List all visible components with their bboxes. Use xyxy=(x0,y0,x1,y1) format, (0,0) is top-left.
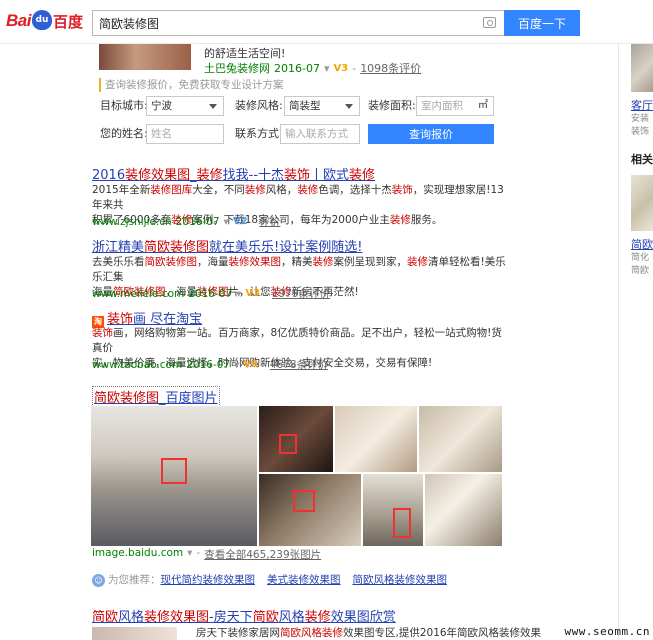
logo-cn: 百度 xyxy=(52,12,83,31)
image-url[interactable]: image.baidu.com xyxy=(92,547,183,562)
right-desc-3: 简化 xyxy=(631,253,650,263)
image-tile-3[interactable] xyxy=(335,406,417,472)
image-grid xyxy=(91,406,502,546)
image-tile-5[interactable] xyxy=(259,474,361,546)
v3-badge-icon[interactable]: V3 xyxy=(243,359,258,370)
style-label: 装修风格: xyxy=(235,99,283,112)
search-box xyxy=(92,10,504,36)
result-reviews-link[interactable]: 评价 xyxy=(259,214,280,229)
camera-icon[interactable] xyxy=(483,17,496,28)
chevron-down-icon xyxy=(209,104,217,109)
search-input[interactable] xyxy=(93,11,463,35)
image-highlight xyxy=(293,490,315,512)
header-bar: Bai du 百度 百度一下 xyxy=(0,0,653,44)
result-reviews-link[interactable]: 1979条评价 xyxy=(272,286,330,301)
result-title-2[interactable]: 浙江精美简欧装修图就在美乐乐!设计案例随选! xyxy=(92,236,362,255)
name-input[interactable]: 姓名 xyxy=(146,124,224,144)
image-highlight xyxy=(161,458,187,484)
result-url-3: www.taobao.com 2016-07 ▾ V3 - 4678条评价 xyxy=(92,357,329,372)
right-heading: 相关 xyxy=(631,153,653,166)
right-desc-2: 装饰 xyxy=(631,127,650,137)
name-label: 您的姓名: xyxy=(100,127,148,140)
paw-icon: du xyxy=(31,10,52,30)
dropdown-arrow-icon[interactable]: ▾ xyxy=(187,547,192,562)
v3-badge-icon[interactable]: V3 xyxy=(245,288,260,299)
result-reviews-link[interactable]: 4678条评价 xyxy=(270,357,328,372)
right-sidebar: 客厅 安装 装饰 相关 简欧 简化 简欧 xyxy=(618,44,653,640)
recommend-link-3[interactable]: 简欧风格装修效果图 xyxy=(353,572,448,587)
result-url-1: www.zjshijie.cn 2016-07 ▾ V2 - 评价 xyxy=(92,214,281,229)
dropdown-arrow-icon[interactable]: ▾ xyxy=(234,359,239,371)
logo-latin: Bai xyxy=(6,11,31,30)
image-tile-6[interactable] xyxy=(363,474,423,546)
result-title-1[interactable]: 2016装修效果图_装修找我--十杰装饰丨欧式装修 xyxy=(92,164,375,183)
ad-source[interactable]: 土巴兔装修网 xyxy=(204,60,270,76)
baidu-logo[interactable]: Bai du 百度 xyxy=(6,8,83,34)
ad-date: 2016-07 xyxy=(274,61,320,75)
city-label: 目标城市: xyxy=(100,99,148,112)
ad-text: 的舒适生活空间! xyxy=(204,47,286,60)
right-link-2[interactable]: 简欧 xyxy=(631,236,653,252)
contact-input[interactable]: 输入联系方式 xyxy=(280,124,360,144)
result-thumbnail-4[interactable] xyxy=(92,627,177,640)
watermark-text: www.seomm.cn xyxy=(564,625,650,638)
view-all-images-link[interactable]: 查看全部465,239张图片 xyxy=(204,547,321,562)
search-button[interactable]: 百度一下 xyxy=(504,10,580,36)
recommend-icon: ☺ xyxy=(92,574,105,587)
dropdown-arrow-icon[interactable]: ▾ xyxy=(324,62,330,75)
recommend-link-2[interactable]: 美式装修效果图 xyxy=(267,572,341,587)
image-tile-4[interactable] xyxy=(419,406,502,472)
right-thumb-1[interactable] xyxy=(631,44,653,92)
result-title-4[interactable]: 简欧风格装修效果图-房天下简欧风格装修效果图欣赏 xyxy=(92,606,396,625)
image-highlight xyxy=(393,508,411,538)
recommend-link-1[interactable]: 现代简约装修效果图 xyxy=(161,574,256,586)
recommend-row: ☺ 为您推荐：现代简约装修效果图 美式装修效果图 简欧风格装修效果图 xyxy=(92,572,447,587)
result-url-2: www.meilele.com 2016-07 ▾ V3 - 1979条评价 xyxy=(92,286,331,301)
quote-button[interactable]: 查询报价 xyxy=(368,124,494,144)
area-input[interactable]: 室内面积㎡ xyxy=(416,96,494,116)
ad-meta: 土巴兔装修网 2016-07 ▾ V3 - 1098条评价 xyxy=(204,60,422,76)
right-link-1[interactable]: 客厅 xyxy=(631,97,653,113)
ad-reviews-link[interactable]: 1098条评价 xyxy=(360,60,421,76)
contact-label: 联系方式: xyxy=(235,127,283,140)
image-result-footer: image.baidu.com ▾ - 查看全部465,239张图片 xyxy=(92,547,322,562)
image-tile-2[interactable] xyxy=(259,406,333,472)
v2-badge-icon[interactable]: V2 xyxy=(233,216,248,227)
ad-note: 查询装修报价，免费获取专业设计方案 xyxy=(99,78,284,92)
image-tile-1[interactable] xyxy=(91,406,257,546)
result-title-3[interactable]: 淘装饰画 尽在淘宝 xyxy=(92,308,202,328)
right-desc-4: 简欧 xyxy=(631,266,650,276)
chevron-down-icon xyxy=(345,104,353,109)
area-label: 装修面积: xyxy=(368,99,416,112)
right-thumb-2[interactable] xyxy=(631,175,653,231)
image-highlight xyxy=(279,434,297,454)
dropdown-arrow-icon[interactable]: ▾ xyxy=(236,288,241,300)
right-desc-1: 安装 xyxy=(631,114,650,124)
ad-thumbnail[interactable] xyxy=(99,44,191,70)
result-abstract-4: 房天下装修家居网简欧风格装修效果图专区,提供2016年简欧风格装修效果 xyxy=(196,627,542,639)
city-select[interactable]: 宁波 xyxy=(146,96,224,116)
image-result-title[interactable]: 简欧装修图_百度图片 xyxy=(92,386,220,407)
style-select[interactable]: 简装型 xyxy=(284,96,360,116)
v3-badge-icon[interactable]: V3 xyxy=(334,63,349,74)
area-unit: ㎡ xyxy=(478,100,488,111)
image-tile-7[interactable] xyxy=(425,474,502,546)
dropdown-arrow-icon[interactable]: ▾ xyxy=(224,216,229,228)
